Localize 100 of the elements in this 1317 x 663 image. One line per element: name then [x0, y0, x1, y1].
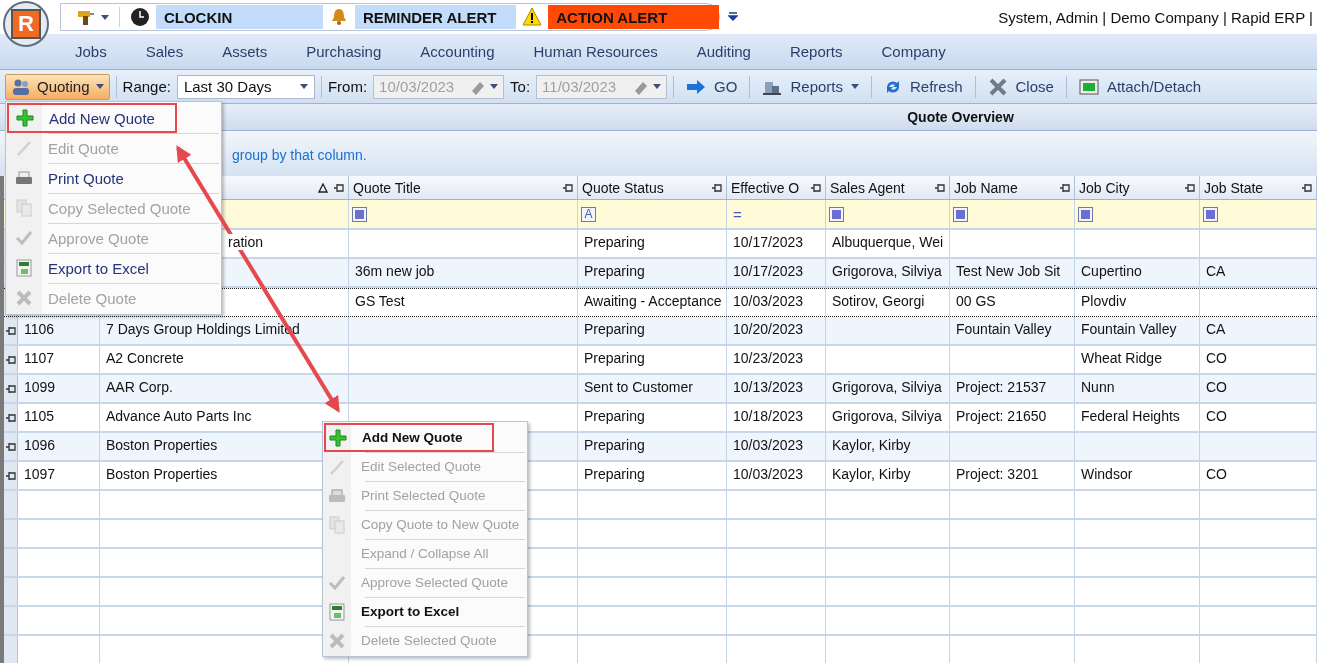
user-info: System, Admin | Demo Company | Rapid ERP |	[998, 8, 1314, 26]
quoting-button[interactable]: Quoting	[5, 73, 110, 100]
table-cell: Fountain Valley	[1081, 321, 1177, 337]
action-alert-button[interactable]: ACTION ALERT	[548, 5, 719, 29]
range-label: Range:	[122, 78, 171, 95]
table-cell: Project: 3201	[956, 466, 1039, 482]
nav-menu-item[interactable]: Auditing	[696, 43, 751, 60]
table-cell: Test New Job Sit	[956, 263, 1061, 279]
table-cell: GS Test	[355, 293, 405, 309]
arrow-right-icon	[686, 78, 707, 95]
nav-menu-item[interactable]: Sales	[145, 43, 184, 60]
menu-item[interactable]: Export to Excel	[323, 597, 527, 626]
pin-icon	[5, 325, 16, 336]
column-header[interactable]: Quote Title	[349, 176, 578, 199]
table-row[interactable]: 1105 Advance Auto Parts Inc Preparing 10/18/2023 Grigorova, Silviya Project: 21650 Federal Heights CO	[4, 404, 1317, 433]
pin-icon	[1185, 182, 1195, 193]
nav-menu-item[interactable]: Company	[881, 43, 946, 60]
nav-menu-item[interactable]: Reports	[789, 43, 843, 60]
toolbar-button[interactable]: GO	[680, 73, 744, 100]
column-header[interactable]: Job Name	[950, 176, 1075, 199]
filter-icon[interactable]: A	[581, 206, 596, 222]
caret-icon	[95, 84, 104, 89]
plus-icon	[16, 109, 34, 127]
pin-icon	[5, 383, 16, 394]
pin-icon	[563, 182, 573, 193]
filter-icon[interactable]	[1203, 206, 1218, 222]
nav-menu-item[interactable]: Accounting	[420, 43, 495, 60]
column-header[interactable]: Quote Status	[578, 176, 727, 199]
nav-menu-item[interactable]: Assets	[222, 43, 268, 60]
table-cell: Preparing	[584, 350, 645, 366]
check-icon	[328, 573, 346, 592]
table-cell: CA	[1206, 263, 1226, 279]
row-header[interactable]	[4, 317, 18, 344]
table-cell: 10/17/2023	[733, 234, 804, 250]
reminder-alert-button[interactable]: REMINDER ALERT	[354, 5, 517, 29]
filter-operator[interactable]: =	[730, 206, 745, 222]
table-cell: 10/20/2023	[733, 321, 804, 337]
table-cell: 1105	[24, 408, 55, 424]
row-header[interactable]	[4, 462, 18, 489]
window-icon	[1078, 78, 1099, 95]
delete-icon	[328, 631, 346, 650]
toolbar-button[interactable]: Close	[981, 73, 1060, 100]
column-header[interactable]: Job State	[1200, 176, 1317, 199]
nav-menu-item[interactable]: Purchasing	[306, 43, 382, 60]
table-cell: Albuquerque, Wei	[832, 234, 944, 250]
column-header[interactable]: Job City	[1075, 176, 1200, 199]
row-header[interactable]	[4, 375, 18, 402]
sort-ascending-icon	[318, 182, 328, 193]
menu-item[interactable]: Add New Quote	[7, 103, 177, 133]
filter-icon[interactable]	[1078, 206, 1093, 222]
pencil-icon	[15, 139, 33, 157]
range-dropdown[interactable]: Last 30 Days	[176, 74, 315, 99]
table-cell: 1096	[24, 437, 56, 453]
table-cell: Preparing	[584, 234, 645, 250]
column-header[interactable]: Sales Agent	[826, 176, 950, 199]
table-cell: 1099	[24, 379, 56, 395]
table-cell: Advance Auto Parts Inc	[106, 408, 252, 424]
table-cell: Windsor	[1081, 466, 1133, 482]
row-header[interactable]	[4, 346, 18, 373]
spreadsheet-icon	[329, 602, 345, 621]
caret-icon	[851, 84, 859, 89]
from-label: From:	[327, 78, 368, 95]
row-header[interactable]	[4, 433, 18, 460]
close-icon	[987, 77, 1008, 96]
pin-icon	[1060, 182, 1070, 193]
copy-icon	[328, 515, 346, 534]
clock-in-button[interactable]: CLOCKIN	[155, 5, 323, 29]
table-cell: Grigorova, Silviya	[832, 408, 942, 424]
caret-icon	[101, 14, 109, 20]
copy-icon	[15, 199, 33, 217]
filter-icon[interactable]	[829, 206, 844, 222]
filter-icon[interactable]	[352, 206, 367, 222]
row-header	[4, 520, 18, 547]
table-cell: 10/13/2023	[733, 379, 804, 395]
table-cell: 1107	[24, 350, 55, 366]
caret-icon	[299, 84, 308, 89]
menu-item[interactable]: Print Quote	[6, 163, 221, 193]
table-row[interactable]: 1107 A2 Concrete Preparing 10/23/2023 Wheat Ridge CO	[4, 346, 1317, 375]
warning-icon	[522, 7, 543, 27]
people-icon	[11, 77, 31, 96]
table-cell: 10/17/2023	[733, 263, 804, 279]
filter-icon[interactable]	[953, 206, 968, 222]
pin-icon	[5, 441, 16, 452]
table-cell: CO	[1206, 350, 1227, 366]
table-cell: Plovdiv	[1081, 293, 1127, 309]
toolbar-button[interactable]: Attach/Detach	[1072, 73, 1208, 100]
table-cell: Grigorova, Silviya	[832, 379, 942, 395]
table-cell: Nunn	[1081, 379, 1115, 395]
table-cell: 10/03/2023	[733, 437, 804, 453]
customize-icon[interactable]	[728, 12, 738, 22]
table-cell: Fountain Valley	[956, 321, 1052, 337]
nav-menu-item[interactable]: Human Resources	[533, 43, 658, 60]
table-row[interactable]: 1099 AAR Corp. Sent to Customer 10/13/2023 Grigorova, Silviya Project: 21537 Nunn CO	[4, 375, 1317, 404]
table-cell: 10/03/2023	[733, 466, 804, 482]
toolbar-button[interactable]: Reports	[756, 73, 865, 100]
row-header[interactable]	[4, 404, 18, 431]
nav-menu-item[interactable]: Jobs	[75, 43, 107, 60]
toolbar-button[interactable]: Refresh	[878, 73, 969, 100]
table-cell: Preparing	[584, 466, 645, 482]
column-header[interactable]: Effective O	[727, 176, 826, 199]
